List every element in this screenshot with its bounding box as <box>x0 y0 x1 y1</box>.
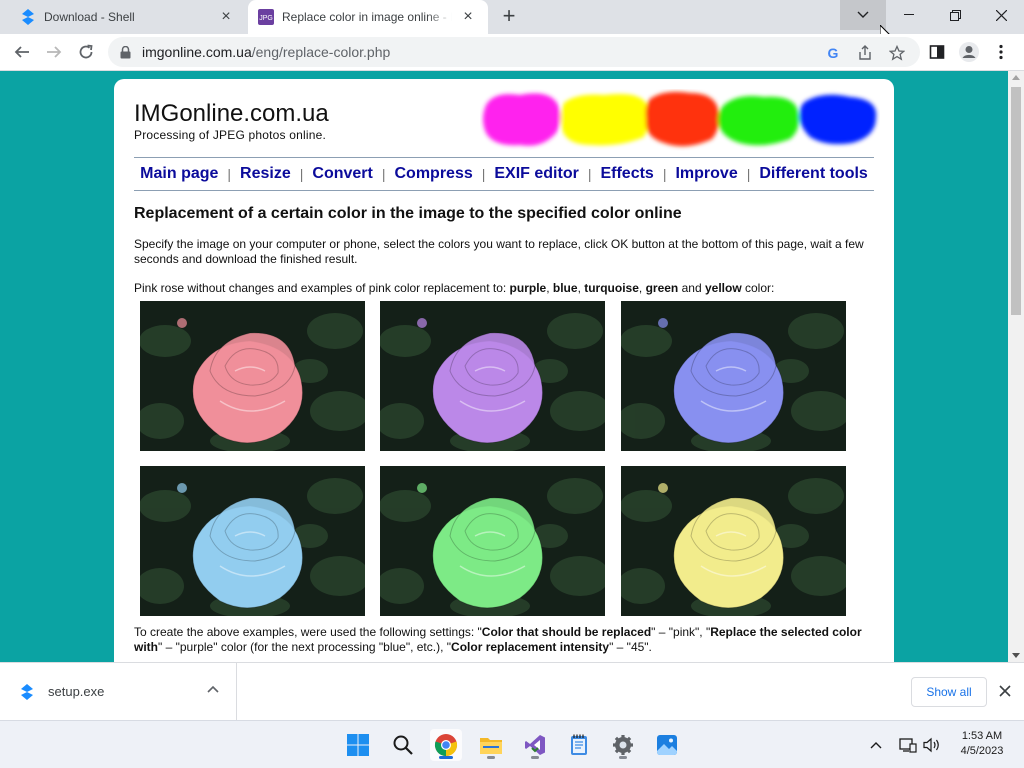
settings-icon[interactable] <box>607 729 639 761</box>
download-bar: setup.exe Show all <box>0 662 1024 720</box>
intro-paragraph: Specify the image on your computer or ph… <box>134 237 864 266</box>
chevron-up-icon[interactable] <box>206 683 220 697</box>
download-file-name: setup.exe <box>48 684 105 699</box>
jpg-icon: JPG <box>258 9 274 25</box>
app-running-indicator <box>619 756 627 759</box>
svg-text:G: G <box>828 46 839 60</box>
tab-download-shell[interactable]: Download - Shell × <box>0 0 246 34</box>
menu-convert[interactable]: Convert <box>312 165 372 183</box>
share-icon[interactable] <box>856 44 874 62</box>
file-explorer-icon[interactable] <box>475 729 507 761</box>
settings-paragraph: To create the above examples, were used … <box>134 625 862 654</box>
windows-start-icon[interactable] <box>342 729 374 761</box>
menu-separator: | <box>662 166 667 182</box>
url-text: imgonline.com.ua/eng/replace-color.php <box>142 44 390 60</box>
close-icon[interactable] <box>978 0 1024 30</box>
side-panel-icon[interactable] <box>924 39 950 65</box>
chevron-up-icon[interactable] <box>866 735 886 755</box>
browser-toolbar: imgonline.com.ua/eng/replace-color.php G <box>0 34 1024 71</box>
site-subtitle: Processing of JPEG photos online. <box>134 128 327 142</box>
volume-icon[interactable] <box>922 735 942 755</box>
search-icon[interactable] <box>387 729 419 761</box>
app-running-indicator <box>531 756 539 759</box>
menu-separator: | <box>299 166 304 182</box>
tab-replace-color[interactable]: JPG Replace color in image online - IMG … <box>248 0 488 34</box>
bookmark-star-icon[interactable] <box>888 44 906 62</box>
menu-separator: | <box>381 166 386 182</box>
menu-effects[interactable]: Effects <box>600 165 653 183</box>
menu-separator: | <box>746 166 751 182</box>
shell-download-icon <box>20 683 34 700</box>
tab-title: Replace color in image online - IMG <box>282 10 452 24</box>
google-lens-icon[interactable]: G <box>824 44 842 62</box>
menu-exif-editor[interactable]: EXIF editor <box>494 165 578 183</box>
url-path: /eng/replace-color.php <box>251 44 391 60</box>
jpg-favicon-text: JPG <box>259 15 273 22</box>
app-running-indicator <box>487 756 495 759</box>
menu-different-tools[interactable]: Different tools <box>759 165 867 183</box>
rose-image-turquoise <box>140 466 365 616</box>
rose-image-yellow <box>621 466 846 616</box>
clock-time: 1:53 AM <box>961 730 1003 742</box>
url-host: imgonline.com.ua <box>142 44 252 60</box>
page-viewport: IMGonline.com.ua Processing of JPEG phot… <box>0 71 1024 662</box>
forward-arrow-icon[interactable] <box>41 39 67 65</box>
close-icon[interactable] <box>998 684 1012 698</box>
page-heading: Replacement of a certain color in the im… <box>134 205 682 222</box>
content-card: IMGonline.com.ua Processing of JPEG phot… <box>114 79 894 662</box>
menu-resize[interactable]: Resize <box>240 165 291 183</box>
visual-studio-installer-icon[interactable] <box>519 729 551 761</box>
scrollbar-thumb[interactable] <box>1011 87 1021 315</box>
rose-image-blue <box>621 301 846 451</box>
windows-taskbar: 1:53 AM 4/5/2023 <box>0 720 1024 768</box>
tab-title: Download - Shell <box>44 10 135 24</box>
system-clock[interactable]: 1:53 AM 4/5/2023 <box>952 729 1012 759</box>
tab-close-icon[interactable]: × <box>218 9 234 25</box>
network-icon[interactable] <box>898 735 918 755</box>
examples-paragraph: Pink rose without changes and examples o… <box>134 281 775 295</box>
tab-close-icon[interactable]: × <box>460 9 476 25</box>
menu-separator: | <box>227 166 232 182</box>
rose-image-green <box>380 466 605 616</box>
app-running-indicator <box>439 756 453 759</box>
tab-strip: Download - Shell × JPG Replace color in … <box>0 0 1024 45</box>
menu-improve[interactable]: Improve <box>675 165 737 183</box>
menu-compress[interactable]: Compress <box>394 165 472 183</box>
lock-icon[interactable] <box>120 45 132 59</box>
address-bar[interactable]: imgonline.com.ua/eng/replace-color.php G <box>108 37 920 67</box>
restore-icon[interactable] <box>932 0 978 30</box>
rose-image-pink <box>140 301 365 451</box>
shell-download-icon <box>20 9 36 25</box>
profile-icon[interactable] <box>956 39 982 65</box>
menu-separator: | <box>481 166 486 182</box>
minimize-icon[interactable] <box>886 0 932 30</box>
clock-date: 4/5/2023 <box>960 745 1004 757</box>
menu-main-page[interactable]: Main page <box>140 165 218 183</box>
download-item[interactable]: setup.exe <box>0 663 237 720</box>
main-menu: Main page | Resize | Convert | Compress … <box>134 157 874 191</box>
photos-icon[interactable] <box>651 729 683 761</box>
color-blobs-logo <box>483 91 877 147</box>
chrome-icon[interactable] <box>430 729 462 761</box>
rose-image-purple <box>380 301 605 451</box>
back-arrow-icon[interactable] <box>9 39 35 65</box>
scroll-down-icon[interactable] <box>1012 653 1020 658</box>
show-all-button[interactable]: Show all <box>911 677 987 707</box>
site-title[interactable]: IMGonline.com.ua <box>134 100 329 128</box>
reload-icon[interactable] <box>73 39 99 65</box>
page-scrollbar[interactable] <box>1008 71 1024 662</box>
plus-icon[interactable]: + <box>498 5 520 28</box>
scroll-up-icon[interactable] <box>1012 75 1020 80</box>
more-menu-icon[interactable] <box>988 39 1014 65</box>
notepad-icon[interactable] <box>563 729 595 761</box>
menu-separator: | <box>587 166 592 182</box>
